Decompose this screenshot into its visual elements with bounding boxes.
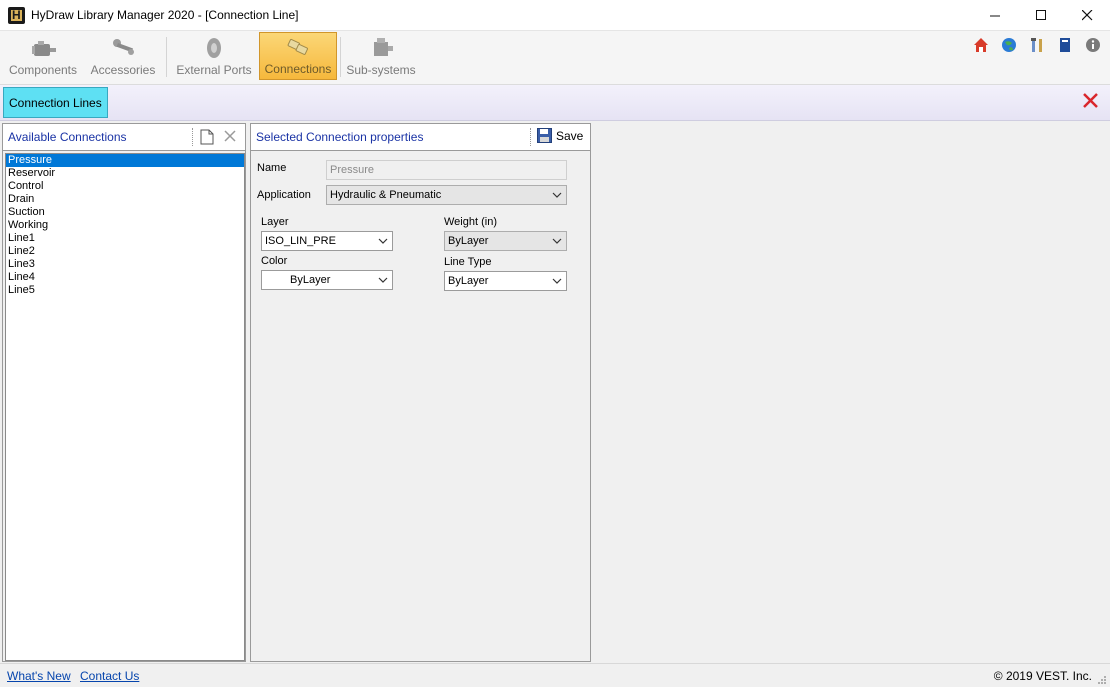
- tab-accessories-label: Accessories: [90, 63, 156, 77]
- header-separator: [530, 128, 531, 146]
- close-view-icon[interactable]: [1083, 92, 1098, 112]
- color-label: Color: [261, 255, 288, 267]
- list-item[interactable]: Drain: [6, 193, 244, 206]
- close-icon: [1081, 10, 1092, 21]
- list-item[interactable]: Reservoir: [6, 167, 244, 180]
- chevron-down-icon: [552, 278, 562, 284]
- name-label: Name: [257, 162, 287, 174]
- list-item[interactable]: Line1: [6, 232, 244, 245]
- layer-select[interactable]: ISO_LIN_PRE: [261, 231, 393, 251]
- motor-icon: [28, 36, 58, 60]
- header-separator: [192, 128, 193, 146]
- connection-fittings-icon: [283, 35, 313, 59]
- home-icon[interactable]: [972, 36, 989, 53]
- list-item[interactable]: Pressure: [6, 154, 244, 167]
- available-connections-header: Available Connections: [3, 124, 245, 151]
- tab-accessories[interactable]: Accessories: [88, 32, 158, 80]
- application-value: Hydraulic & Pneumatic: [330, 189, 442, 201]
- list-item[interactable]: Suction: [6, 206, 244, 219]
- resize-grip-icon[interactable]: [1097, 674, 1107, 684]
- window-title: HyDraw Library Manager 2020 - [Connectio…: [31, 8, 299, 22]
- port-icon: [199, 36, 229, 60]
- new-connection-icon[interactable]: [200, 129, 214, 148]
- copyright-text: © 2019 VEST. Inc.: [993, 669, 1092, 683]
- app-logo-icon: [8, 7, 25, 24]
- chevron-down-icon: [378, 238, 388, 244]
- weight-value: ByLayer: [448, 235, 489, 247]
- tab-connections[interactable]: Connections: [259, 32, 337, 80]
- application-label: Application: [257, 189, 311, 201]
- available-connections-panel: Available Connections Pressure Reservoir C…: [2, 123, 246, 662]
- weight-label: Weight (in): [444, 216, 497, 228]
- chevron-down-icon: [378, 277, 388, 283]
- subtab-bar: Connection Lines: [0, 85, 1110, 121]
- tab-components-label: Components: [8, 63, 78, 77]
- properties-title: Selected Connection properties: [256, 130, 424, 144]
- chevron-down-icon: [552, 192, 562, 198]
- properties-header: Selected Connection properties Save: [251, 124, 590, 151]
- list-item[interactable]: Working: [6, 219, 244, 232]
- whats-new-link[interactable]: What's New: [7, 669, 71, 683]
- available-connections-title: Available Connections: [8, 130, 127, 144]
- tab-sub-systems-label: Sub-systems: [346, 63, 416, 77]
- close-button[interactable]: [1064, 0, 1110, 31]
- save-label: Save: [556, 128, 584, 143]
- info-icon[interactable]: [1084, 36, 1101, 53]
- floppy-disk-icon: [537, 128, 552, 143]
- layer-value: ISO_LIN_PRE: [265, 235, 336, 247]
- ribbon-toolbar: Components Accessories External Ports Co…: [0, 31, 1110, 85]
- connection-properties-panel: Selected Connection properties Save Name…: [250, 123, 591, 662]
- name-field[interactable]: Pressure: [326, 160, 567, 180]
- list-item[interactable]: Line5: [6, 284, 244, 297]
- book-icon[interactable]: [1056, 36, 1073, 53]
- list-item[interactable]: Line4: [6, 271, 244, 284]
- tools-icon[interactable]: [1028, 36, 1045, 53]
- list-item[interactable]: Line3: [6, 258, 244, 271]
- save-button[interactable]: Save: [537, 128, 583, 143]
- weight-select[interactable]: ByLayer: [444, 231, 567, 251]
- connections-list[interactable]: Pressure Reservoir Control Drain Suction Work…: [5, 153, 245, 661]
- contact-us-link[interactable]: Contact Us: [80, 669, 139, 683]
- minimize-icon: [989, 15, 1000, 17]
- chevron-down-icon: [552, 238, 562, 244]
- status-bar: What's New Contact Us © 2019 VEST. Inc.: [0, 663, 1110, 687]
- application-select[interactable]: Hydraulic & Pneumatic: [326, 185, 567, 205]
- tab-sub-systems[interactable]: Sub-systems: [345, 32, 417, 80]
- minimize-button[interactable]: [972, 0, 1018, 31]
- tab-external-ports-label: External Ports: [176, 63, 252, 77]
- delete-connection-icon[interactable]: [224, 130, 236, 145]
- color-select[interactable]: ByLayer: [261, 270, 393, 290]
- list-item[interactable]: Control: [6, 180, 244, 193]
- tab-components[interactable]: Components: [4, 32, 82, 80]
- linetype-select[interactable]: ByLayer: [444, 271, 567, 291]
- tab-connections-label: Connections: [264, 62, 332, 76]
- ribbon-separator: [166, 37, 167, 77]
- layer-label: Layer: [261, 216, 289, 228]
- wrench-icon: [108, 36, 138, 60]
- maximize-button[interactable]: [1018, 0, 1064, 31]
- title-bar: HyDraw Library Manager 2020 - [Connectio…: [0, 0, 1110, 31]
- linetype-label: Line Type: [444, 256, 492, 268]
- subsystem-icon: [366, 36, 396, 60]
- maximize-icon: [1035, 10, 1046, 20]
- tab-external-ports[interactable]: External Ports: [173, 32, 255, 80]
- color-value: ByLayer: [290, 274, 331, 286]
- linetype-value: ByLayer: [448, 275, 489, 287]
- list-item[interactable]: Line2: [6, 245, 244, 258]
- tab-connection-lines[interactable]: Connection Lines: [3, 87, 108, 118]
- main-area: Available Connections Pressure Reservoir C…: [0, 121, 1110, 663]
- globe-icon[interactable]: [1000, 36, 1017, 53]
- ribbon-separator: [340, 37, 341, 77]
